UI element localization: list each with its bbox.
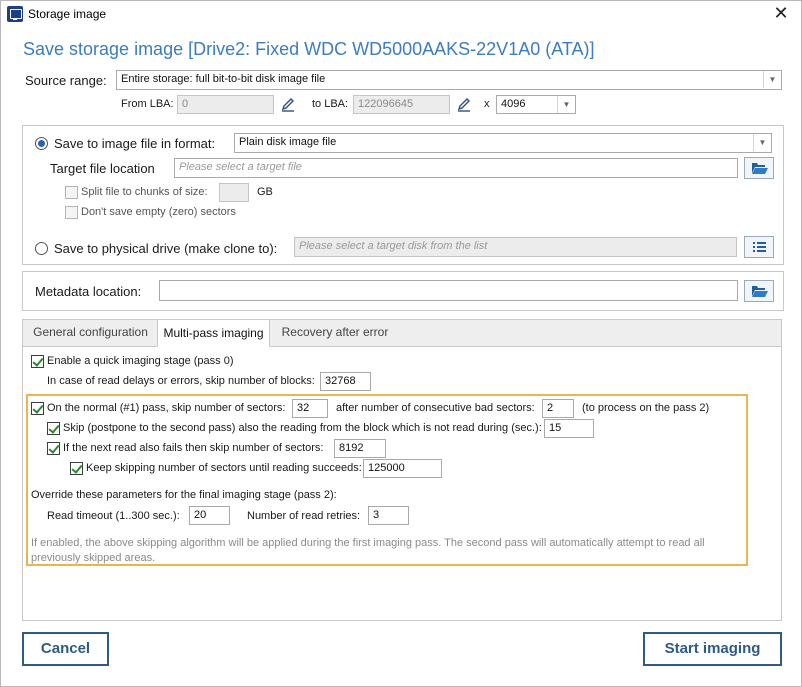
metadata-location-input[interactable] — [159, 280, 738, 301]
start-imaging-button[interactable]: Start imaging — [643, 632, 782, 666]
after-bad-sectors-input[interactable]: 2 — [542, 399, 574, 418]
image-format-dropdown[interactable]: Plain disk image file ▼ — [234, 133, 772, 153]
save-to-drive-radio[interactable] — [35, 242, 48, 255]
chevron-down-icon: ▼ — [557, 96, 575, 113]
keep-skipping-checkbox[interactable] — [70, 462, 83, 475]
select-drive-button[interactable] — [744, 236, 774, 258]
quick-skip-label: In case of read delays or errors, skip n… — [47, 375, 315, 387]
browse-target-button[interactable] — [744, 157, 774, 179]
after-bad-label: after number of consecutive bad sectors: — [336, 402, 535, 414]
postpone-label: Skip (postpone to the second pass) also … — [63, 422, 542, 434]
split-size-input[interactable] — [219, 183, 249, 202]
save-to-drive-label: Save to physical drive (make clone to): — [54, 241, 278, 256]
to-lba-edit-button[interactable] — [453, 95, 475, 114]
read-retries-label: Number of read retries: — [247, 510, 361, 522]
from-lba-input[interactable]: 0 — [177, 95, 274, 114]
title-bar: Storage image ✕ — [1, 1, 801, 29]
quick-skip-input[interactable]: 32768 — [320, 372, 371, 391]
postpone-checkbox[interactable] — [47, 422, 60, 435]
browse-metadata-button[interactable] — [744, 280, 774, 302]
from-lba-label: From LBA: — [121, 98, 174, 110]
target-file-label: Target file location — [50, 161, 155, 176]
metadata-label: Metadata location: — [35, 284, 142, 299]
block-size-value: 4096 — [501, 98, 526, 110]
split-file-label: Split file to chunks of size: — [81, 186, 208, 198]
source-range-dropdown[interactable]: Entire storage: full bit-to-bit disk ima… — [116, 70, 782, 90]
override-label: Override these parameters for the final … — [31, 489, 337, 501]
app-icon — [7, 6, 23, 22]
read-timeout-label: Read timeout (1..300 sec.): — [47, 510, 180, 522]
chevron-down-icon: ▼ — [753, 134, 771, 151]
normal-pass-checkbox[interactable] — [31, 402, 44, 415]
keep-skipping-label: Keep skipping number of sectors until re… — [86, 462, 362, 474]
window-title: Storage image — [28, 7, 107, 21]
after-bad-suffix: (to process on the pass 2) — [582, 402, 710, 414]
list-icon — [753, 242, 766, 252]
postpone-seconds-input[interactable]: 15 — [544, 419, 594, 438]
split-unit-label: GB — [257, 186, 273, 198]
next-read-sectors-input[interactable]: 8192 — [334, 439, 386, 458]
multiplier-label: x — [484, 98, 490, 110]
source-range-label: Source range: — [25, 73, 107, 88]
read-retries-input[interactable]: 3 — [368, 506, 409, 525]
folder-open-icon — [752, 286, 768, 297]
read-timeout-input[interactable]: 20 — [189, 506, 230, 525]
split-file-checkbox[interactable] — [65, 186, 78, 199]
to-lba-label: to LBA: — [312, 98, 349, 110]
tab-recovery-after-error[interactable]: Recovery after error — [271, 319, 399, 347]
to-lba-input[interactable]: 122096645 — [353, 95, 450, 114]
folder-open-icon — [752, 163, 768, 174]
keep-skipping-sectors-input[interactable]: 125000 — [363, 459, 442, 478]
target-drive-input[interactable]: Please select a target disk from the lis… — [294, 237, 737, 257]
quick-stage-checkbox[interactable] — [31, 355, 44, 368]
chevron-down-icon: ▼ — [763, 71, 781, 88]
page-title: Save storage image [Drive2: Fixed WDC WD… — [23, 39, 595, 59]
pencil-icon — [457, 98, 470, 112]
skip-algorithm-note: If enabled, the above skipping algorithm… — [31, 537, 705, 564]
save-to-file-label: Save to image file in format: — [54, 136, 216, 151]
source-range-value: Entire storage: full bit-to-bit disk ima… — [121, 73, 326, 85]
tab-multi-pass-imaging[interactable]: Multi-pass imaging — [157, 319, 270, 347]
next-read-checkbox[interactable] — [47, 442, 60, 455]
normal-pass-label: On the normal (#1) pass, skip number of … — [47, 402, 286, 414]
dont-save-empty-checkbox[interactable] — [65, 206, 78, 219]
image-format-value: Plain disk image file — [239, 136, 337, 148]
target-file-input[interactable]: Please select a target file — [174, 158, 738, 178]
dont-save-empty-label: Don't save empty (zero) sectors — [81, 206, 236, 218]
normal-pass-sectors-input[interactable]: 32 — [292, 399, 328, 418]
quick-stage-label: Enable a quick imaging stage (pass 0) — [47, 355, 234, 367]
save-to-file-radio[interactable] — [35, 137, 48, 150]
next-read-label: If the next read also fails then skip nu… — [63, 442, 324, 454]
tab-general-configuration[interactable]: General configuration — [23, 319, 158, 347]
block-size-dropdown[interactable]: 4096 ▼ — [496, 95, 576, 114]
close-button[interactable]: ✕ — [769, 3, 793, 25]
pencil-icon — [281, 98, 294, 112]
cancel-button[interactable]: Cancel — [22, 632, 109, 666]
storage-image-window: Storage image ✕ Save storage image [Driv… — [0, 0, 802, 687]
from-lba-edit-button[interactable] — [277, 95, 299, 114]
